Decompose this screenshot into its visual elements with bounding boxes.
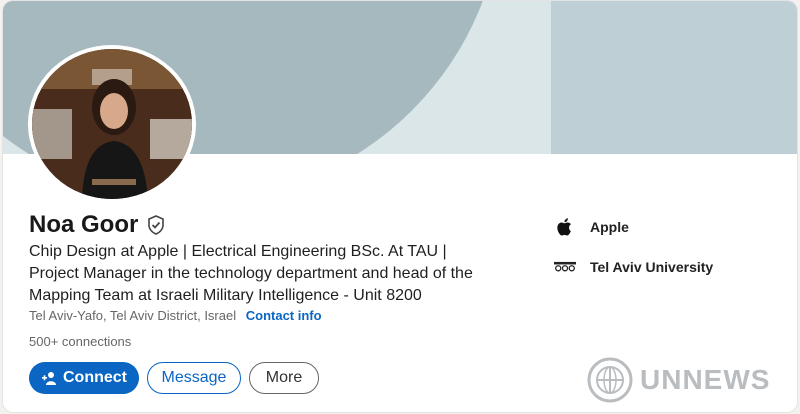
- banner-block: [551, 1, 797, 154]
- profile-location-row: Tel Aviv-Yafo, Tel Aviv District, Israel…: [29, 308, 322, 323]
- add-person-icon: [42, 372, 56, 385]
- message-button[interactable]: Message: [147, 362, 241, 394]
- experience-apple-label: Apple: [590, 219, 629, 235]
- more-label: More: [265, 369, 303, 386]
- tau-logo-icon: [554, 257, 576, 277]
- watermark: UNNEWS: [586, 356, 770, 404]
- name-row: Noa Goor: [29, 211, 166, 239]
- connect-button[interactable]: Connect: [29, 362, 139, 394]
- experience-apple[interactable]: Apple: [554, 217, 629, 237]
- verified-shield-icon[interactable]: [146, 215, 166, 235]
- profile-photo: [32, 49, 192, 199]
- education-tau[interactable]: Tel Aviv University: [554, 257, 713, 277]
- avatar[interactable]: [28, 45, 196, 203]
- profile-headline: Chip Design at Apple | Electrical Engine…: [29, 243, 473, 304]
- contact-info-link[interactable]: Contact info: [246, 308, 322, 323]
- connect-label: Connect: [63, 369, 127, 386]
- message-label: Message: [161, 369, 227, 386]
- profile-location: Tel Aviv-Yafo, Tel Aviv District, Israel: [29, 308, 237, 323]
- profile-name: Noa Goor: [29, 211, 139, 238]
- watermark-text: UNNEWS: [640, 364, 771, 395]
- profile-card: Noa Goor Chip Design at Apple | Electric…: [3, 1, 797, 412]
- connections-count[interactable]: 500+ connections: [29, 334, 131, 349]
- apple-logo-icon: [554, 217, 576, 237]
- more-button[interactable]: More: [249, 362, 319, 394]
- education-tau-label: Tel Aviv University: [590, 259, 714, 275]
- un-emblem-icon: [587, 357, 633, 403]
